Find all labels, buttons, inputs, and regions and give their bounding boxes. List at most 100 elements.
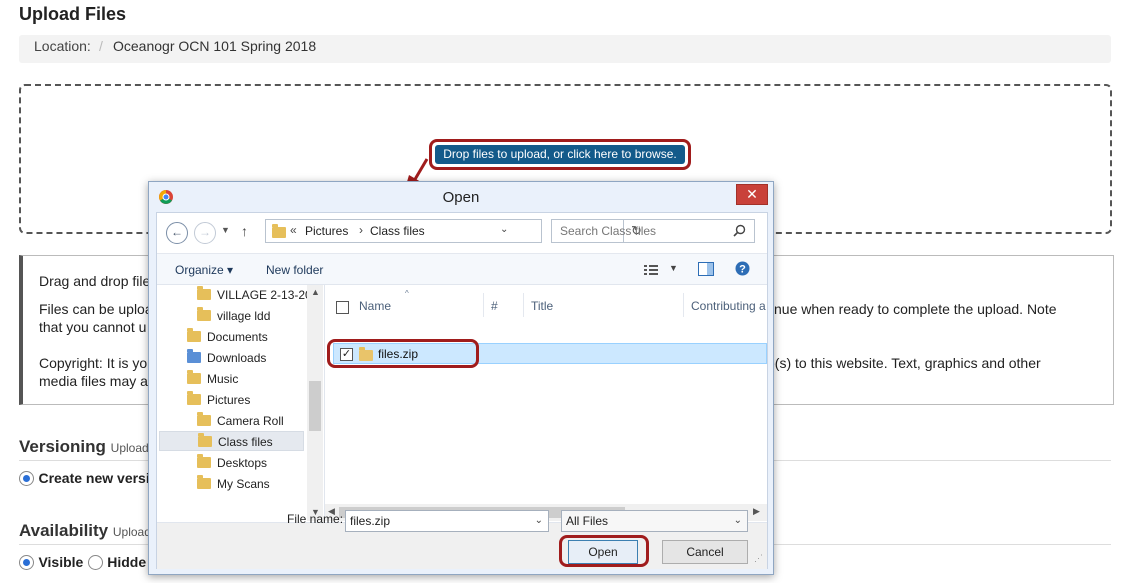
versioning-heading: Versioning Uploade (19, 437, 155, 457)
page-title: Upload Files (19, 4, 127, 24)
column-separator[interactable] (523, 293, 524, 317)
tree-item-label: Downloads (207, 351, 267, 365)
organize-menu[interactable]: Organize ▾ (175, 263, 233, 277)
file-highlight-outline (327, 339, 479, 368)
column-title[interactable]: Title (531, 299, 553, 313)
select-all-checkbox[interactable] (336, 301, 349, 314)
view-dropdown-icon[interactable]: ▼ (669, 263, 678, 273)
visible-option[interactable]: Visible Hidde (19, 554, 146, 572)
create-new-version-label: Create new versi (38, 470, 150, 486)
breadcrumb-overflow[interactable]: « (290, 223, 297, 237)
info-line: Drag and drop file (39, 273, 151, 289)
info-line: e(s) to this website. Text, graphics and… (767, 355, 1041, 371)
tree-item-downloads[interactable]: Downloads (187, 348, 266, 368)
chevron-down-icon[interactable]: ⌄ (734, 511, 742, 531)
location-separator: / (99, 38, 103, 54)
info-line: that you cannot u (39, 319, 147, 335)
dialog-titlebar[interactable]: Open ✕ (149, 182, 773, 212)
file-name-input[interactable]: files.zip ⌄ (345, 510, 549, 532)
tree-item-label: Class files (218, 435, 273, 449)
tree-item-village-2-13-20[interactable]: VILLAGE 2-13-20 (197, 285, 312, 305)
scroll-right-icon[interactable]: ▶ (753, 506, 760, 517)
pictures-library-icon (187, 391, 201, 405)
downloads-icon (187, 349, 201, 363)
chevron-down-icon[interactable]: ⌄ (535, 511, 543, 531)
tree-item-my-scans[interactable]: My Scans (197, 474, 270, 494)
forward-arrow-icon[interactable]: → (194, 222, 216, 244)
folder-icon (272, 224, 286, 238)
folder-icon (198, 433, 212, 447)
breadcrumb-separator[interactable]: › (359, 223, 363, 237)
column-number[interactable]: # (491, 299, 498, 313)
scroll-up-icon[interactable]: ▲ (311, 287, 320, 297)
tree-scrollbar-thumb[interactable] (309, 381, 321, 431)
music-library-icon (187, 370, 201, 384)
help-icon[interactable]: ? (735, 261, 750, 276)
dialog-toolbar: Organize ▾ New folder ▼ ? (157, 254, 767, 285)
column-separator[interactable] (483, 293, 484, 317)
location-value[interactable]: Oceanogr OCN 101 Spring 2018 (113, 38, 316, 54)
address-dropdown-icon[interactable]: ⌄ (500, 224, 508, 235)
search-placeholder: Search Class files (560, 224, 657, 238)
cancel-button[interactable]: Cancel (662, 540, 748, 564)
file-name-value: files.zip (350, 514, 391, 528)
folder-icon (197, 475, 211, 489)
address-bar[interactable]: « Pictures › Class files ⌄ ↻ (265, 219, 642, 243)
up-arrow-icon[interactable]: ↑ (241, 223, 248, 239)
radio-create-new-version[interactable] (19, 471, 34, 487)
recent-locations-chevron-icon[interactable]: ▼ (221, 225, 230, 235)
tree-item-music[interactable]: Music (187, 369, 238, 389)
tree-item-label: Pictures (207, 393, 251, 407)
close-button[interactable]: ✕ (736, 184, 768, 205)
search-icon[interactable] (733, 224, 746, 237)
radio-hidden[interactable] (87, 555, 103, 571)
availability-title: Availability (19, 521, 109, 540)
resize-grip-icon[interactable]: ⋰ (754, 553, 763, 564)
file-type-value: All Files (566, 514, 609, 528)
breadcrumb: Location: / Oceanogr OCN 101 Spring 2018 (19, 35, 1111, 63)
radio-visible[interactable] (19, 555, 34, 571)
view-options-icon[interactable] (644, 264, 658, 275)
info-line: Files can be uploa (39, 301, 153, 317)
browse-callout-text[interactable]: Drop files to upload, or click here to b… (435, 145, 685, 164)
tree-item-class-files[interactable]: Class files (159, 431, 304, 451)
file-type-select[interactable]: All Files ⌄ (561, 510, 748, 532)
folder-icon (197, 307, 211, 321)
tree-item-label: Desktops (217, 456, 268, 470)
file-name-label: File name: (287, 512, 344, 526)
folder-icon (197, 454, 211, 468)
search-input[interactable]: Search Class files (551, 219, 755, 243)
tree-item-pictures[interactable]: Pictures (187, 390, 250, 410)
tree-item-desktops[interactable]: Desktops (197, 453, 267, 473)
documents-library-icon (187, 328, 201, 342)
tree-item-label: My Scans (217, 477, 270, 491)
dialog-title: Open (442, 189, 480, 206)
info-line: Copyright: It is yo (39, 355, 148, 371)
open-button-highlight (559, 535, 649, 567)
back-arrow-icon[interactable]: ← (166, 222, 188, 244)
visible-label: Visible (38, 554, 84, 570)
tree-item-label: village ldd (217, 309, 271, 323)
tree-item-village-ldd[interactable]: village ldd (197, 306, 270, 326)
new-folder-button[interactable]: New folder (266, 263, 323, 277)
hidden-label: Hidde (107, 554, 147, 570)
tree-item-label: Documents (207, 330, 268, 344)
column-name[interactable]: Name (359, 299, 391, 313)
info-line: media files may a (39, 373, 148, 389)
tree-item-label: Music (207, 372, 239, 386)
preview-pane-icon[interactable] (698, 262, 714, 276)
tree-item-camera-roll[interactable]: Camera Roll (197, 411, 284, 431)
open-file-dialog: Open ✕ ← → ▼ ↑ « Pictures › Class files … (148, 181, 774, 575)
breadcrumb-class-files[interactable]: Class files (370, 224, 425, 238)
column-separator[interactable] (683, 293, 684, 317)
location-label: Location: (34, 38, 91, 54)
navigation-bar: ← → ▼ ↑ « Pictures › Class files ⌄ ↻ Sea… (157, 213, 767, 254)
tree-item-documents[interactable]: Documents (187, 327, 268, 347)
create-new-version-option[interactable]: Create new versi (19, 470, 150, 488)
column-contributing-artists[interactable]: Contributing a (691, 299, 766, 313)
info-line: tinue when ready to complete the upload.… (767, 301, 1057, 317)
browse-callout[interactable]: Drop files to upload, or click here to b… (429, 139, 691, 170)
svg-text:?: ? (739, 264, 746, 276)
breadcrumb-pictures[interactable]: Pictures (305, 224, 348, 238)
file-list: Name ^ # Title Contributing a ✓ files.zi… (325, 285, 767, 521)
